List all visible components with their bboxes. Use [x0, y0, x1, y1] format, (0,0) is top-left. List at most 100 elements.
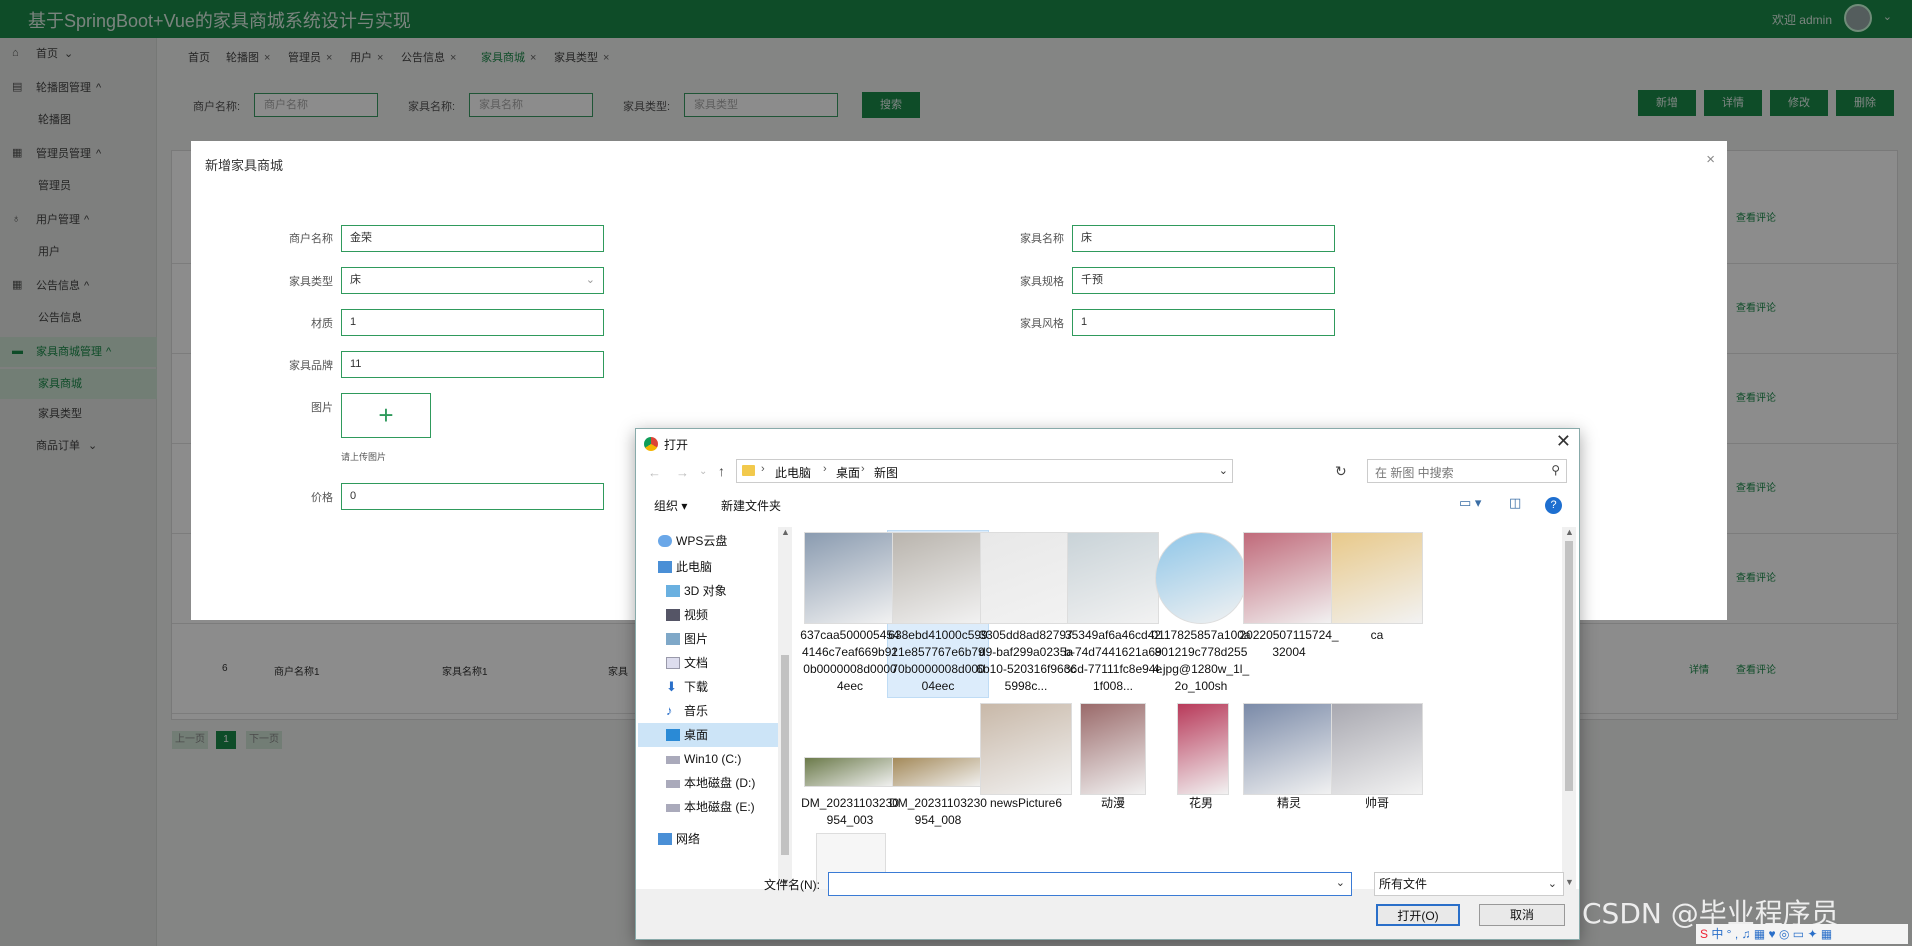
refresh-icon[interactable]: ↻ — [1335, 463, 1347, 480]
recent-icon[interactable]: ⌄ — [699, 466, 707, 477]
material-field[interactable]: 1 — [341, 309, 604, 336]
breadcrumb-this-pc[interactable]: 此电脑 — [775, 464, 811, 481]
file-thumbnail[interactable] — [1080, 703, 1146, 795]
close-icon[interactable]: × — [1706, 151, 1715, 168]
file-dialog-title: 打开 — [664, 438, 689, 452]
computer-icon — [658, 561, 672, 573]
ime-toolbar[interactable]: S 中 ° , ♫ ▦ ♥ ◎ ▭ ✦ ▦ — [1696, 924, 1908, 944]
file-thumbnail[interactable] — [1067, 532, 1159, 624]
file-thumbnail[interactable] — [1331, 532, 1423, 624]
file-thumbnail[interactable] — [1331, 703, 1423, 795]
tree-item-music[interactable]: ♪ 音乐 — [638, 699, 778, 723]
merchant-label: 商户名称 — [289, 233, 333, 245]
file-thumbnail[interactable] — [1243, 532, 1335, 624]
file-name[interactable]: 35349af6a46cd42b-74d7441621a6936d-77111f… — [1063, 627, 1163, 695]
forward-icon[interactable]: → — [676, 465, 689, 480]
tree-item-drive-e[interactable]: 本地磁盘 (E:) — [638, 795, 778, 819]
file-name[interactable]: 帅哥 — [1327, 795, 1427, 812]
brand-label: 家具品牌 — [289, 360, 333, 372]
filetype-select[interactable]: 所有文件 ⌄ — [1374, 872, 1564, 896]
preview-pane-icon[interactable]: ◫ — [1509, 495, 1521, 511]
video-icon — [666, 609, 680, 621]
tree-item-documents[interactable]: 文档 — [638, 651, 778, 675]
new-folder-button[interactable]: 新建文件夹 — [721, 497, 781, 514]
download-icon: ⬇ — [666, 679, 677, 694]
tree-scrollbar[interactable]: ▲ ▼ — [778, 527, 792, 889]
ime-logo-icon: S — [1700, 927, 1709, 941]
mic-icon: ♫ — [1741, 927, 1751, 941]
view-options-icon[interactable]: ▭ ▾ — [1459, 495, 1481, 511]
tree-item-desktop[interactable]: 桌面 — [638, 723, 778, 747]
tree-item-drive-c[interactable]: Win10 (C:) — [638, 747, 778, 771]
upload-plus-icon[interactable]: + — [341, 393, 431, 438]
chevron-down-icon[interactable]: ⌄ — [1336, 876, 1345, 889]
grid-scrollbar[interactable]: ▲ ▼ — [1562, 527, 1576, 889]
tree-item-wps-cloud[interactable]: WPS云盘 — [638, 529, 778, 553]
file-name[interactable]: 动漫 — [1063, 795, 1163, 812]
filename-input[interactable]: ⌄ — [828, 872, 1352, 896]
tree-item-videos[interactable]: 视频 — [638, 603, 778, 627]
tree-item-3d-objects[interactable]: 3D 对象 — [638, 579, 778, 603]
brand-field[interactable]: 11 — [341, 351, 604, 378]
file-name[interactable]: newsPicture6 — [976, 795, 1076, 812]
tree-item-network[interactable]: 网络 — [638, 827, 778, 851]
file-name[interactable]: DM_20231103230954_003 — [800, 795, 900, 829]
file-open-dialog: 打开 ✕ ← → ⌄ ↑ › 此电脑 › 桌面 › 新图 ⌄ ↻ 在 新图 中搜… — [635, 428, 1580, 940]
3d-objects-icon — [666, 585, 680, 597]
drive-icon — [666, 756, 680, 764]
breadcrumb-new-images[interactable]: 新图 — [874, 464, 898, 481]
file-search-input[interactable]: 在 新图 中搜索 ⚲ — [1367, 459, 1567, 483]
network-icon — [658, 833, 672, 845]
file-name[interactable]: 精灵 — [1239, 795, 1339, 812]
breadcrumb-desktop[interactable]: 桌面 — [836, 464, 860, 481]
file-thumbnail[interactable] — [892, 532, 984, 624]
folder-icon — [742, 465, 755, 476]
pictures-icon — [666, 633, 680, 645]
tree-item-pictures[interactable]: 图片 — [638, 627, 778, 651]
file-name[interactable]: 638ebd41000c59921e857767e6b7970b0000008d… — [888, 627, 988, 695]
file-thumbnail[interactable] — [980, 532, 1072, 624]
up-icon[interactable]: ↑ — [718, 463, 725, 479]
drive-icon — [666, 780, 680, 788]
file-thumbnail[interactable] — [804, 757, 896, 787]
file-thumbnail[interactable] — [804, 532, 896, 624]
filename-label: 文件名(N): — [764, 878, 820, 892]
spec-field[interactable]: 千预 — [1072, 267, 1335, 294]
merchant-field[interactable]: 金荣 — [341, 225, 604, 252]
cancel-button[interactable]: 取消 — [1479, 904, 1565, 926]
file-name[interactable]: 20220507115724_32004 — [1239, 627, 1339, 661]
tree-item-drive-d[interactable]: 本地磁盘 (D:) — [638, 771, 778, 795]
file-thumbnail[interactable] — [1155, 532, 1247, 624]
file-name[interactable]: 花男 — [1151, 795, 1251, 812]
file-thumbnail[interactable] — [892, 757, 984, 787]
price-label: 价格 — [311, 492, 333, 504]
image-label: 图片 — [311, 402, 333, 414]
name-field[interactable]: 床 — [1072, 225, 1335, 252]
style-field[interactable]: 1 — [1072, 309, 1335, 336]
back-icon[interactable]: ← — [648, 465, 661, 480]
help-icon[interactable]: ? — [1545, 497, 1562, 514]
file-thumbnail[interactable] — [980, 703, 1072, 795]
file-name[interactable]: DM_20231103230954_008 — [888, 795, 988, 829]
type-select[interactable]: 床 ⌄ — [341, 267, 604, 294]
organize-menu[interactable]: 组织 ▾ — [654, 497, 687, 514]
open-button[interactable]: 打开(O) — [1376, 904, 1460, 926]
tree-item-downloads[interactable]: ⬇ 下载 — [638, 675, 778, 699]
documents-icon — [666, 657, 680, 669]
tree-item-this-pc[interactable]: 此电脑 — [638, 555, 778, 579]
chevron-down-icon: ⌄ — [585, 274, 595, 286]
chevron-down-icon: ⌄ — [1547, 878, 1557, 890]
chevron-down-icon[interactable]: ⌄ — [1219, 464, 1228, 477]
chrome-icon — [644, 437, 658, 451]
price-field[interactable]: 0 — [341, 483, 604, 510]
file-thumbnail[interactable] — [1177, 703, 1229, 795]
file-thumbnail[interactable] — [1243, 703, 1335, 795]
folder-tree: WPS云盘 此电脑 3D 对象 视频 图片 文档 ⬇ 下载 ♪ 音乐 桌面 Win1… — [638, 527, 778, 889]
file-name[interactable]: 637caa5000054544146c7eaf669b910b0000008d… — [800, 627, 900, 695]
address-bar[interactable]: › 此电脑 › 桌面 › 新图 ⌄ — [736, 459, 1233, 483]
file-name[interactable]: ca — [1327, 627, 1427, 644]
file-dialog-titlebar: 打开 ✕ — [636, 429, 1579, 459]
file-name[interactable]: 3305dd8ad82797d9-baf299a0235a6b10-520316… — [976, 627, 1076, 695]
close-icon[interactable]: ✕ — [1556, 431, 1571, 452]
file-name[interactable]: 0117825857a100a801219c778d2554.jpg@1280w… — [1151, 627, 1251, 695]
